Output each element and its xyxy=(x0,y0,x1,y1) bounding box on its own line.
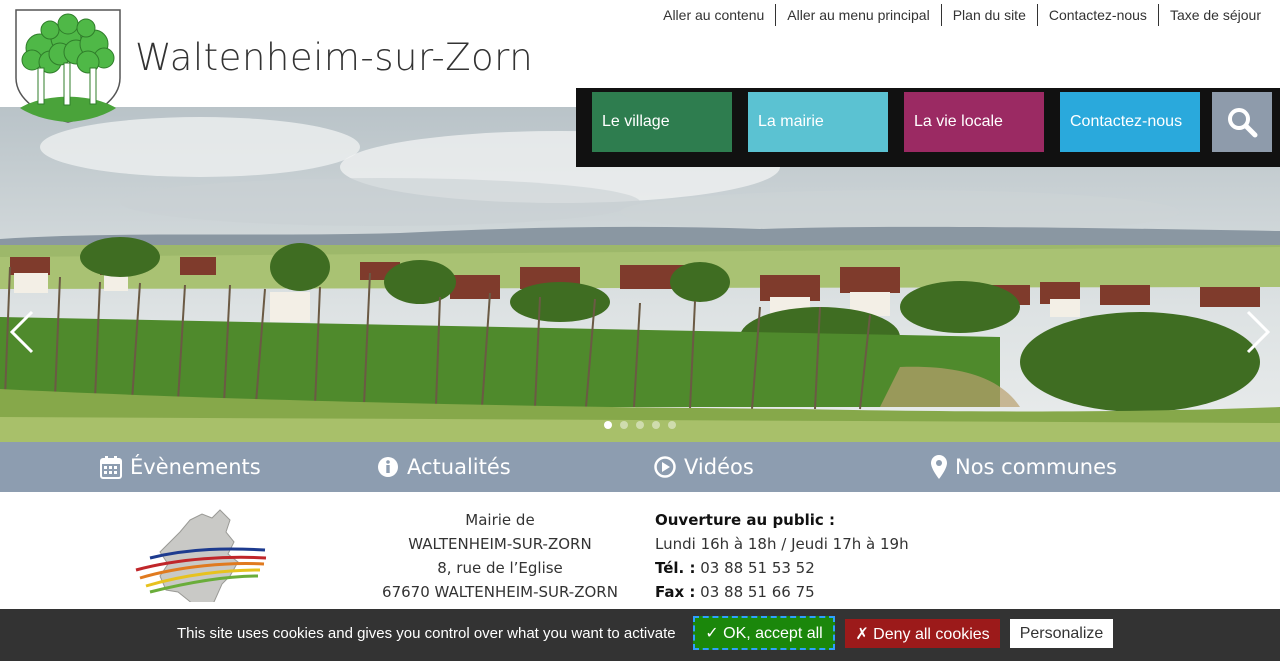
opening-hours: Ouverture au public : Lundi 16h à 18h / … xyxy=(655,508,909,604)
fax-label: Fax : xyxy=(655,583,696,601)
deny-all-cookies-button[interactable]: ✗ Deny all cookies xyxy=(845,619,1000,648)
phone-number[interactable]: 03 88 51 53 52 xyxy=(700,559,815,577)
slider-dot[interactable] xyxy=(604,421,612,429)
slider-dot[interactable] xyxy=(636,421,644,429)
coat-of-arms-logo[interactable] xyxy=(14,8,122,124)
quick-link-label: Actualités xyxy=(407,455,511,479)
cookie-banner: This site uses cookies and gives you con… xyxy=(0,609,1280,661)
quick-link-videos[interactable]: Vidéos xyxy=(654,442,754,492)
info-icon xyxy=(378,457,398,477)
contact-info-section: Mairie de WALTENHEIM-SUR-ZORN 8, rue de … xyxy=(0,492,1280,610)
town-hall-address: Mairie de WALTENHEIM-SUR-ZORN 8, rue de … xyxy=(300,508,700,604)
quick-link-evenements[interactable]: Évènements xyxy=(100,442,261,492)
link-skip-menu[interactable]: Aller au menu principal xyxy=(775,4,940,26)
personalize-cookies-button[interactable]: Personalize xyxy=(1010,619,1113,648)
address-line: WALTENHEIM-SUR-ZORN xyxy=(408,535,592,553)
nav-le-village[interactable]: Le village xyxy=(592,92,732,152)
slider-next-arrow[interactable] xyxy=(1238,302,1278,362)
search-button[interactable] xyxy=(1212,92,1272,152)
address-line: Mairie de xyxy=(465,511,535,529)
hours-heading: Ouverture au public : xyxy=(655,511,835,529)
nav-la-mairie[interactable]: La mairie xyxy=(748,92,888,152)
link-tourist-tax[interactable]: Taxe de séjour xyxy=(1157,4,1272,26)
quick-link-actualites[interactable]: Actualités xyxy=(377,442,511,492)
chevron-left-icon xyxy=(10,310,34,354)
slider-dot[interactable] xyxy=(620,421,628,429)
link-contact[interactable]: Contactez-nous xyxy=(1036,4,1158,26)
address-line: 8, rue de l’Eglise xyxy=(437,559,563,577)
search-icon xyxy=(1228,108,1258,138)
quick-link-label: Évènements xyxy=(130,455,261,479)
site-title[interactable]: Waltenheim-sur-Zorn xyxy=(135,36,533,79)
address-line: 67670 WALTENHEIM-SUR-ZORN xyxy=(382,583,618,601)
accept-all-cookies-button[interactable]: ✓ OK, accept all xyxy=(693,616,835,650)
chevron-right-icon xyxy=(1246,310,1270,354)
slider-dot[interactable] xyxy=(652,421,660,429)
quick-link-label: Nos communes xyxy=(955,455,1117,479)
quick-link-nos-communes[interactable]: Nos communes xyxy=(931,442,1117,492)
calendar-icon xyxy=(100,456,122,479)
phone-label: Tél. : xyxy=(655,559,696,577)
fax-number: 03 88 51 66 75 xyxy=(700,583,815,601)
map-marker-icon xyxy=(931,455,947,479)
quick-link-label: Vidéos xyxy=(684,455,754,479)
top-links: Aller au contenu Aller au menu principal… xyxy=(652,4,1272,26)
slider-prev-arrow[interactable] xyxy=(2,302,42,362)
hours-schedule: Lundi 16h à 18h / Jeudi 17h à 19h xyxy=(655,535,909,553)
nav-la-vie-locale[interactable]: La vie locale xyxy=(904,92,1044,152)
main-nav: Le village La mairie La vie locale Conta… xyxy=(576,88,1280,167)
quick-links-bar: Évènements Actualités Vidéos Nos commune… xyxy=(0,442,1280,492)
link-sitemap[interactable]: Plan du site xyxy=(940,4,1037,26)
nav-contactez-nous[interactable]: Contactez-nous xyxy=(1060,92,1200,152)
community-logo[interactable] xyxy=(130,502,270,602)
slider-dot[interactable] xyxy=(668,421,676,429)
cookie-message: This site uses cookies and gives you con… xyxy=(177,625,676,642)
slider-dots xyxy=(604,421,676,429)
play-icon xyxy=(654,456,676,478)
link-skip-content[interactable]: Aller au contenu xyxy=(652,4,775,26)
